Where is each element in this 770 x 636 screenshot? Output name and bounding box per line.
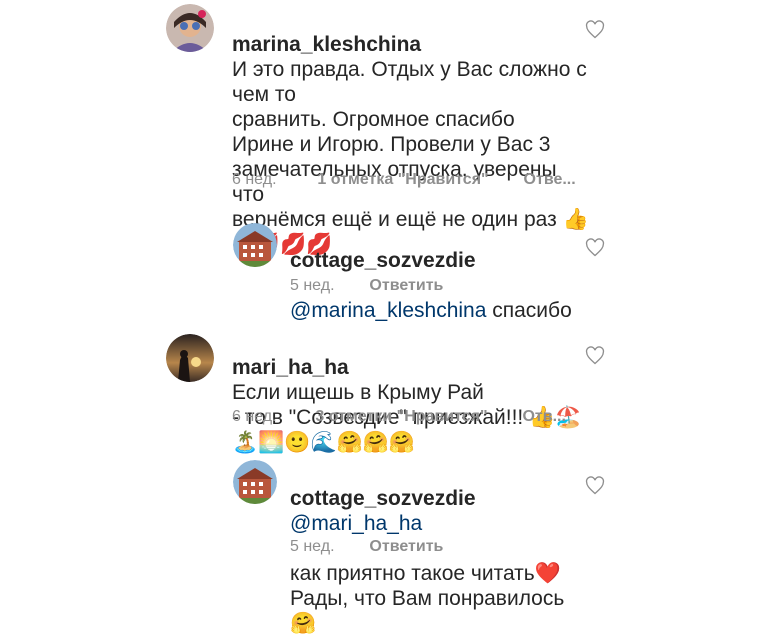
comment-username[interactable]: mari_ha_ha xyxy=(232,356,349,379)
comment-time[interactable]: 6 нед. xyxy=(232,408,277,425)
heart-icon[interactable] xyxy=(585,20,605,40)
comment-text: спасибо xyxy=(486,299,572,322)
comment-username[interactable]: cottage_sozvezdie xyxy=(290,487,476,510)
comment-time[interactable]: 5 нед. xyxy=(290,538,335,555)
mention-link[interactable]: @marina_kleshchina xyxy=(290,299,486,322)
heart-icon[interactable] xyxy=(585,238,605,258)
likes-count[interactable]: 3 отметки "Нравится" xyxy=(315,408,487,425)
heart-icon[interactable] xyxy=(585,346,605,366)
reply-button[interactable]: Отв... xyxy=(522,408,565,425)
building-avatar-icon[interactable] xyxy=(233,460,277,504)
comment-time[interactable]: 6 нед. xyxy=(232,171,277,188)
sunset-avatar-icon[interactable] xyxy=(166,334,214,382)
reply-button[interactable]: Ответить xyxy=(369,538,443,555)
reply-button[interactable]: Отве... xyxy=(524,171,576,188)
comment-time[interactable]: 5 нед. xyxy=(290,277,335,294)
comment-text: как приятно такое читать❤️ Рады, что Вам… xyxy=(290,562,565,635)
mention-link[interactable]: @mari_ha_ha xyxy=(290,512,422,535)
reply-button[interactable]: Ответить xyxy=(369,277,443,294)
heart-icon[interactable] xyxy=(585,476,605,496)
comment-username[interactable]: cottage_sozvezdie xyxy=(290,249,476,272)
comment-username[interactable]: marina_kleshchina xyxy=(232,33,421,56)
user-avatar-icon[interactable] xyxy=(166,4,214,52)
building-avatar-icon[interactable] xyxy=(233,223,277,267)
likes-count[interactable]: 1 отметка "Нравится" xyxy=(317,171,488,188)
